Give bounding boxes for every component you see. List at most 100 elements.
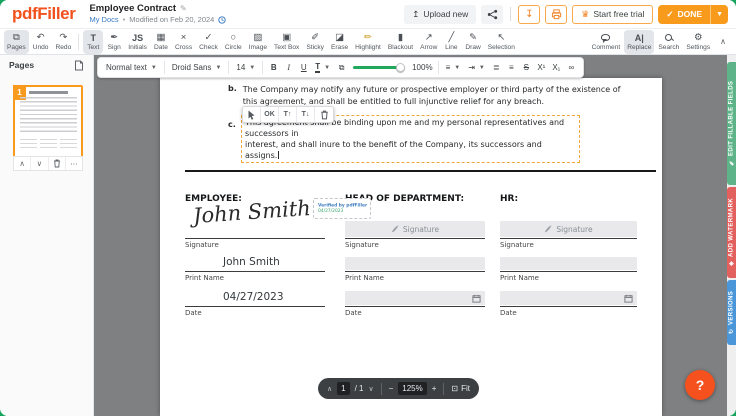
tool-highlight[interactable]: ✏Highlight bbox=[352, 30, 384, 54]
versions-tab[interactable]: ↻ VERSIONS bbox=[727, 280, 736, 345]
ok-button[interactable]: OK bbox=[261, 107, 279, 122]
duplicate-icon[interactable]: ⧉ bbox=[335, 63, 348, 73]
employee-date-value[interactable]: 04/27/2023 bbox=[223, 291, 284, 303]
collapse-toolbar-chevron[interactable]: ∧ bbox=[714, 37, 732, 46]
share-button[interactable] bbox=[481, 5, 503, 24]
edit-fillable-fields-tab[interactable]: ✎ EDIT FILLABLE FIELDS bbox=[727, 62, 736, 185]
zoom-level-value[interactable]: 125% bbox=[398, 382, 426, 395]
department-print-name-field[interactable] bbox=[345, 257, 485, 270]
tool-arrow[interactable]: ↗Arrow bbox=[417, 30, 440, 54]
print-name-label: Print Name bbox=[500, 274, 539, 282]
download-button[interactable]: ↧ bbox=[518, 5, 540, 24]
document-info: Employee Contract ✎ My Docs • Modified o… bbox=[89, 4, 226, 24]
trash-icon[interactable] bbox=[315, 107, 333, 122]
current-page-input[interactable]: 1 bbox=[337, 382, 349, 395]
tool-search[interactable]: Search bbox=[655, 30, 682, 54]
upload-new-button[interactable]: ↥ Upload new bbox=[404, 5, 476, 24]
tool-line[interactable]: ╱Line bbox=[441, 30, 461, 54]
tool-cross[interactable]: ×Cross bbox=[172, 30, 195, 54]
font-family-dropdown[interactable]: Droid Sans▼ bbox=[169, 63, 225, 72]
tool-selection[interactable]: ↖Selection bbox=[485, 30, 518, 54]
tool-blackout[interactable]: ▮Blackout bbox=[385, 30, 416, 54]
tool-comment[interactable]: Comment bbox=[589, 30, 624, 54]
add-page-icon[interactable] bbox=[74, 60, 84, 71]
bullet-list-button[interactable]: ≡ bbox=[505, 63, 518, 72]
tool-sticky[interactable]: ✐Sticky bbox=[303, 30, 327, 54]
zoom-out-button[interactable]: − bbox=[389, 384, 394, 393]
department-date-field[interactable] bbox=[345, 291, 485, 305]
tool-check[interactable]: ✓Check bbox=[196, 30, 221, 54]
font-size-dropdown[interactable]: 14▼ bbox=[233, 63, 258, 72]
ordered-list-button[interactable]: ≣ bbox=[490, 63, 503, 72]
hr-date-field[interactable] bbox=[500, 291, 637, 305]
print-button[interactable] bbox=[545, 5, 567, 24]
text-color-dropdown[interactable]: T▼ bbox=[312, 62, 333, 73]
move-page-up-button[interactable]: ∧ bbox=[14, 157, 30, 170]
start-free-trial-button[interactable]: ♛ Start free trial bbox=[572, 5, 653, 24]
move-handle-icon[interactable] bbox=[243, 107, 261, 122]
tool-label: Check bbox=[199, 44, 218, 51]
tool-sign[interactable]: ✒Sign bbox=[104, 30, 124, 54]
page-thumbnail[interactable]: 1 ∧ ∨ ⋯ bbox=[13, 85, 83, 171]
fit-to-width-button[interactable]: ⊡Fit bbox=[451, 384, 470, 393]
font-decrease-button[interactable]: T↓ bbox=[297, 107, 315, 122]
clause-b-label: b. bbox=[228, 84, 237, 107]
tool-draw[interactable]: ✎Draw bbox=[462, 30, 483, 54]
paragraph-style-dropdown[interactable]: Normal text▼ bbox=[103, 63, 160, 72]
breadcrumb-my-docs[interactable]: My Docs bbox=[89, 16, 118, 24]
tool-text-box[interactable]: ▣Text Box bbox=[271, 30, 302, 54]
hr-signature-field[interactable]: Signature bbox=[500, 221, 637, 237]
font-increase-button[interactable]: T↑ bbox=[279, 107, 297, 122]
bold-button[interactable]: B bbox=[267, 63, 280, 72]
done-button[interactable]: ✓ DONE ▼ bbox=[658, 5, 728, 24]
document-page[interactable]: b. The Company may notify any future or … bbox=[160, 78, 662, 416]
italic-button[interactable]: I bbox=[282, 63, 295, 72]
delete-page-button[interactable] bbox=[48, 157, 65, 170]
tool-label: Blackout bbox=[388, 44, 413, 51]
tool-erase[interactable]: ◪Erase bbox=[328, 30, 351, 54]
signature-label: Signature bbox=[500, 241, 534, 249]
indent-dropdown[interactable]: ⇥▼ bbox=[465, 63, 488, 72]
document-viewer: Normal text▼ Droid Sans▼ 14▼ B I U T▼ ⧉ … bbox=[94, 55, 727, 416]
tool-redo[interactable]: ↷Redo bbox=[52, 30, 74, 54]
tool-label: Arrow bbox=[420, 44, 437, 51]
move-page-down-button[interactable]: ∨ bbox=[30, 157, 47, 170]
slider-handle[interactable] bbox=[396, 63, 405, 72]
superscript-button[interactable]: X¹ bbox=[535, 63, 548, 72]
tool-text[interactable]: TText bbox=[83, 30, 103, 54]
align-dropdown[interactable]: ≡▼ bbox=[443, 63, 464, 72]
tool-circle[interactable]: ○Circle bbox=[222, 30, 245, 54]
tool-settings[interactable]: ⚙Settings bbox=[683, 30, 713, 54]
date-label: Date bbox=[185, 309, 202, 317]
next-page-button[interactable]: ∨ bbox=[368, 385, 373, 393]
pdffiller-logo[interactable]: pdfFiller bbox=[12, 4, 75, 24]
strikethrough-button[interactable]: S bbox=[520, 63, 533, 72]
calendar-icon bbox=[472, 294, 481, 303]
help-button[interactable]: ? bbox=[685, 370, 715, 400]
add-watermark-tab[interactable]: ◈ ADD WATERMARK bbox=[727, 187, 736, 278]
subscript-button[interactable]: X₁ bbox=[550, 63, 563, 72]
hr-print-name-field[interactable] bbox=[500, 257, 637, 270]
zoom-in-button[interactable]: + bbox=[432, 384, 437, 393]
watermark-icon: ◈ bbox=[728, 260, 735, 267]
tool-undo[interactable]: ↶Undo bbox=[30, 30, 52, 54]
tool-pages[interactable]: ⧉Pages bbox=[4, 30, 29, 54]
verified-stamp[interactable]: Verified by pdfFiller 04/27/2023 bbox=[313, 198, 371, 219]
done-dropdown-chevron[interactable]: ▼ bbox=[711, 11, 728, 18]
underline-button[interactable]: U bbox=[297, 63, 310, 72]
edit-title-icon[interactable]: ✎ bbox=[180, 5, 187, 14]
employee-print-name-value[interactable]: John Smith bbox=[223, 256, 280, 268]
link-button[interactable]: ∞ bbox=[565, 63, 578, 72]
tool-initials[interactable]: JSInitials bbox=[125, 30, 150, 54]
upload-icon: ↥ bbox=[412, 9, 419, 20]
tool-image[interactable]: ▨Image bbox=[246, 30, 270, 54]
page-navigation-bar: ∧ 1 / 1 ∨ − 125% + ⊡Fit bbox=[318, 378, 479, 399]
department-signature-field[interactable]: Signature bbox=[345, 221, 485, 237]
previous-page-button[interactable]: ∧ bbox=[327, 385, 332, 393]
text-icon: T bbox=[90, 33, 96, 43]
opacity-slider[interactable] bbox=[353, 66, 403, 69]
tool-replace[interactable]: A|Replace bbox=[624, 30, 654, 54]
page-more-options-button[interactable]: ⋯ bbox=[65, 157, 82, 170]
page-total: / 1 bbox=[355, 384, 364, 393]
tool-date[interactable]: ▦Date bbox=[151, 30, 171, 54]
